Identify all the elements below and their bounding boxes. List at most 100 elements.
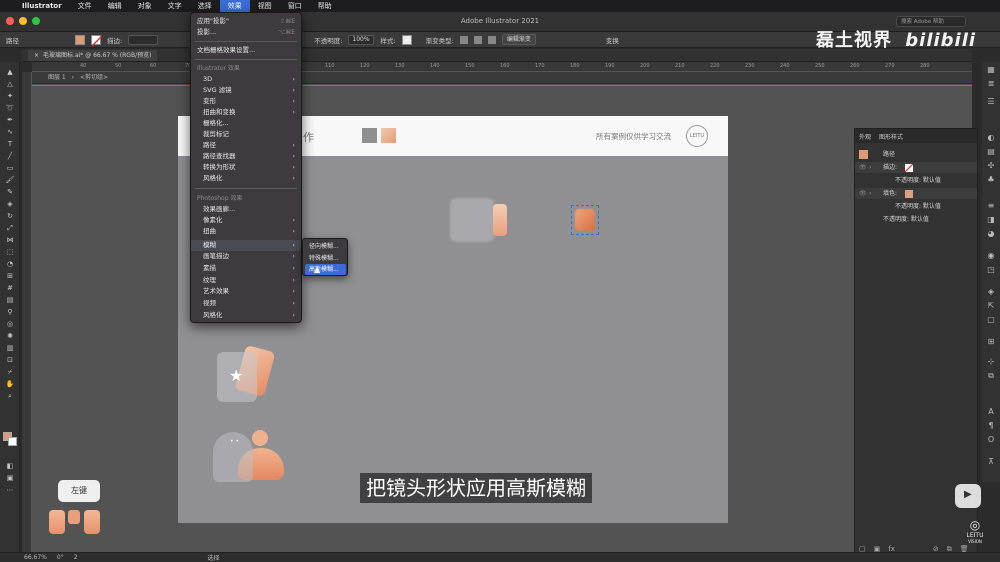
type-tool-icon[interactable]: T	[5, 140, 15, 148]
appearance-row-path[interactable]: 路径	[855, 149, 977, 160]
rectangle-tool-icon[interactable]: ▭	[5, 164, 15, 172]
zoom-level[interactable]: 66.67%	[24, 554, 47, 561]
camera-lens-shape[interactable]	[493, 204, 507, 236]
pathfinder-icon[interactable]: ⧉	[986, 372, 996, 380]
width-tool-icon[interactable]: ⋈	[5, 236, 15, 244]
gradient-tool-icon[interactable]: ▤	[5, 296, 15, 304]
menu-help[interactable]: 帮助	[310, 0, 340, 12]
menu-distort-transform[interactable]: 扭曲和变换 ›	[191, 107, 301, 118]
glass-camera-body[interactable]	[450, 198, 494, 242]
menu-smart-blur[interactable]: 特殊模糊...	[305, 253, 346, 264]
fill-swatch-panel[interactable]	[905, 190, 913, 198]
symbols-icon[interactable]: ♣	[986, 176, 996, 184]
transparency-icon[interactable]: ◕	[986, 230, 996, 238]
selected-path-bounds[interactable]	[571, 205, 599, 235]
paragraph-icon[interactable]: ¶	[986, 422, 996, 430]
menu-drop-shadow[interactable]: 投影... ⌥⌘E	[191, 27, 301, 38]
menu-convert-to-shape[interactable]: 转换为形状 ›	[191, 162, 301, 173]
line-tool-icon[interactable]: ╱	[5, 152, 15, 160]
symbol-sprayer-icon[interactable]: ✺	[5, 332, 15, 340]
stroke-swatch[interactable]	[91, 34, 102, 46]
menu-edit[interactable]: 编辑	[100, 0, 130, 12]
glass-user-shape[interactable]: • •	[213, 432, 253, 482]
blend-icon[interactable]: ◎	[5, 320, 15, 328]
free-transform-icon[interactable]: ⬚	[5, 248, 15, 256]
menu-stylize-ai[interactable]: 风格化 ›	[191, 173, 301, 184]
menu-object[interactable]: 对象	[130, 0, 160, 12]
zoom-tool-icon[interactable]: ⌕	[5, 392, 15, 400]
visibility-eye-icon[interactable]: 👁	[859, 162, 867, 173]
menu-type[interactable]: 文字	[160, 0, 190, 12]
menu-effect[interactable]: 效果	[219, 0, 250, 12]
menu-apply-drop-shadow[interactable]: 应用"投影" ⇧⌘E	[191, 16, 301, 27]
opacity-input[interactable]: 100%	[348, 34, 375, 45]
artboard-number[interactable]: 2	[74, 554, 78, 561]
menu-crop-marks[interactable]: 裁剪标记	[191, 129, 301, 140]
menu-path[interactable]: 路径 ›	[191, 140, 301, 151]
appearance-row-stroke-opacity[interactable]: 不透明度: 默认值	[855, 175, 977, 186]
menu-artistic[interactable]: 艺术效果 ›	[191, 286, 301, 297]
fill-swatch[interactable]	[75, 34, 85, 45]
menu-app[interactable]: Illustrator	[14, 0, 70, 12]
shape-builder-icon[interactable]: ◔	[5, 260, 15, 268]
tv-play-icon[interactable]: ▶	[955, 484, 981, 508]
shaper-icon[interactable]: ✎	[5, 188, 15, 196]
slice-icon[interactable]: ⌿	[5, 368, 15, 376]
navigator-icon[interactable]: ⊼	[986, 458, 996, 466]
perspective-icon[interactable]: ⊞	[5, 272, 15, 280]
transform-icon[interactable]: ⊹	[986, 358, 996, 366]
eraser-icon[interactable]: ◈	[5, 200, 15, 208]
menu-distort[interactable]: 扭曲 ›	[191, 226, 301, 237]
menu-3d[interactable]: 3D ›	[191, 74, 301, 85]
graph-tool-icon[interactable]: ▥	[5, 344, 15, 352]
clip-group-breadcrumb[interactable]: <剪切组>	[80, 74, 108, 81]
curvature-icon[interactable]: ∿	[5, 128, 15, 136]
libraries-icon[interactable]: ☰	[986, 98, 996, 106]
menu-gaussian-blur[interactable]: 高斯模糊...	[305, 264, 346, 275]
layer-breadcrumb[interactable]: 图层 1	[48, 74, 66, 81]
scale-icon[interactable]: ⤢	[5, 224, 15, 232]
pen-tool-icon[interactable]: ✒	[5, 116, 15, 124]
stroke-swatch-panel[interactable]	[905, 164, 913, 172]
swatches-icon[interactable]: ▤	[986, 148, 996, 156]
menu-pathfinder[interactable]: 路径查找器 ›	[191, 151, 301, 162]
menu-texture[interactable]: 纹理 ›	[191, 275, 301, 286]
user-head-shape[interactable]	[252, 430, 268, 446]
menu-sketch[interactable]: 素描 ›	[191, 263, 301, 274]
appearance-row-fill[interactable]: 👁 › 填色:	[855, 188, 977, 199]
tab-graphic-styles[interactable]: 图形样式	[879, 132, 903, 141]
appearance-row-fill-opacity[interactable]: 不透明度: 默认值	[855, 201, 977, 212]
selection-tool-icon[interactable]: ▲	[5, 68, 15, 76]
brush-tool-icon[interactable]: 🖌	[5, 176, 15, 184]
document-tab[interactable]: × 毛玻璃图标.ai* @ 66.67 % (RGB/预览)	[28, 50, 158, 61]
properties-icon[interactable]: ▦	[986, 66, 996, 74]
appearance-row-stroke[interactable]: 👁 › 描边:	[855, 162, 977, 173]
rotation-angle[interactable]: 0°	[57, 554, 64, 561]
asset-export-icon[interactable]: ▢	[986, 316, 996, 324]
menu-effect-gallery[interactable]: 效果画廊...	[191, 204, 301, 215]
artboards-icon[interactable]: ◈	[986, 288, 996, 296]
transform-button[interactable]: 变换	[606, 35, 619, 45]
graphic-styles-icon[interactable]: ◳	[986, 266, 996, 274]
tab-appearance[interactable]: 外观	[859, 132, 871, 141]
export-icon[interactable]: ⇱	[986, 302, 996, 310]
menu-radial-blur[interactable]: 径向模糊...	[305, 241, 346, 252]
disclosure-icon[interactable]: ›	[869, 162, 871, 173]
freeform-gradient-icon[interactable]	[487, 35, 496, 44]
disclosure-icon[interactable]: ›	[869, 188, 871, 199]
rotate-icon[interactable]: ↻	[5, 212, 15, 220]
appearance-icon[interactable]: ◉	[986, 252, 996, 260]
artboard-tool-icon[interactable]: ⊡	[5, 356, 15, 364]
linear-gradient-icon[interactable]	[459, 35, 468, 44]
screen-mode-icon[interactable]: ▣	[5, 474, 15, 482]
brushes-icon[interactable]: ✣	[986, 162, 996, 170]
radial-gradient-icon[interactable]	[473, 35, 482, 44]
selected-lens-shape[interactable]	[575, 209, 595, 231]
hand-tool-icon[interactable]: ✋	[5, 380, 15, 388]
character-icon[interactable]: A	[986, 408, 996, 416]
direct-selection-icon[interactable]: △	[5, 80, 15, 88]
eyedropper-icon[interactable]: ⚲	[5, 308, 15, 316]
align-icon[interactable]: ⊞	[986, 338, 996, 346]
menu-svg-filters[interactable]: SVG 滤镜 ›	[191, 85, 301, 96]
menu-brush-strokes[interactable]: 画笔描边 ›	[191, 251, 301, 262]
